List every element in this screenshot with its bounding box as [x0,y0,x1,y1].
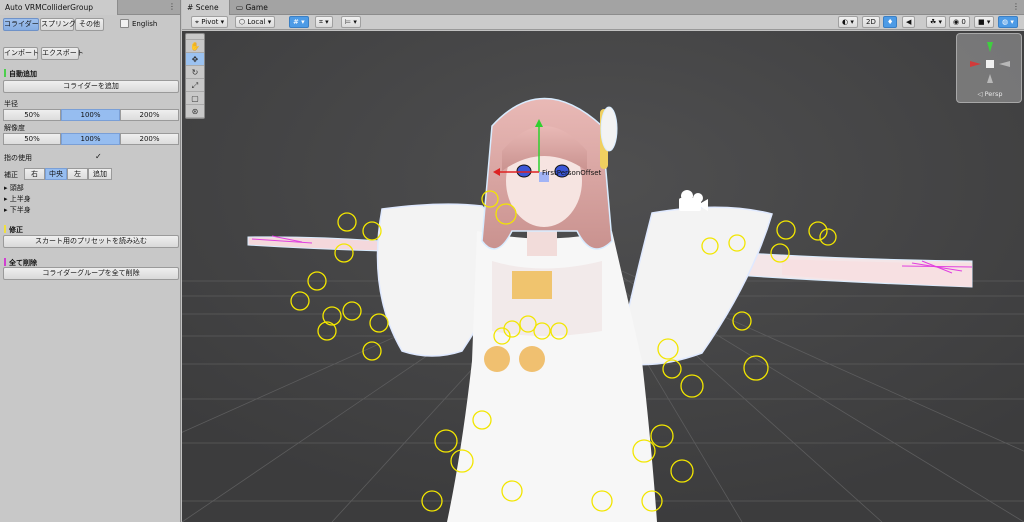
scene-icon: # [187,3,194,12]
local-dropdown[interactable]: ⬡ Local ▾ [235,16,276,28]
correction-left[interactable]: 左 [67,168,88,180]
tab-game-label: Game [245,3,268,12]
effects-icon: ☘ [930,18,937,26]
panel-tab-title[interactable]: Auto VRMColliderGroup [0,0,118,15]
scene-render [182,31,1024,522]
tab-scene-label: Scene [195,3,219,12]
lightbulb-icon: ♦ [887,18,894,26]
tab-collider[interactable]: コライダー [3,18,39,31]
persp-label[interactable]: ◁ Persp [957,90,1023,98]
delete-header-text: 全て削除 [9,259,37,267]
english-label: English [132,20,158,28]
fix-header: 修正 [4,225,23,235]
auto-add-header: 自動追加 [4,69,37,79]
foldout-head-label: 頭部 [9,184,24,192]
tool-palette: ✋ ✥ ↻ ⤢ ▢ ⊛ [185,33,205,119]
move-tool-icon[interactable]: ✥ [186,53,204,66]
tab-game[interactable]: ▭ Game [231,0,275,15]
export-button[interactable]: エクスポート [41,47,84,60]
orientation-gizmo[interactable]: ◁ Persp [956,33,1022,103]
scene-toolbar: ⌖ Pivot ▾ ⬡ Local ▾ # ▾ ⌗ ▾ ⊨ ▾ ◐ ▾ 2D ♦… [182,15,1024,30]
more-menu-icon[interactable]: ⋮ [168,2,176,11]
scene-panel: # Scene ▭ Game ⋮ ⌖ Pivot ▾ ⬡ Local ▾ # ▾… [182,0,1024,522]
camera-icon: ■ [978,18,985,26]
speaker-icon: ◀ [906,18,912,26]
tab-scene[interactable]: # Scene [182,0,230,15]
pivot-icon: ⌖ [195,18,199,26]
correction-center[interactable]: 中央 [45,168,67,180]
foldout-lower-body-label: 下半身 [9,206,31,214]
globe-icon: ◍ [1002,18,1009,26]
fix-header-text: 修正 [9,226,23,234]
gizmos-dropdown[interactable]: ◍ ▾ [998,16,1018,28]
panel-tabbar: Auto VRMColliderGroup ⋮ [0,0,180,15]
game-icon: ▭ [236,3,244,12]
english-checkbox[interactable] [120,19,129,28]
scene-viewport[interactable]: ✋ ✥ ↻ ⤢ ▢ ⊛ ◁ Persp FirstPersonOffset [182,31,1024,522]
add-collider-button[interactable]: コライダーを追加 [3,80,179,93]
persp-label-text: Persp [984,90,1003,98]
snap-settings-button[interactable]: ⊨ ▾ [341,16,361,28]
magenta-marker-icon [4,258,6,266]
radius-50[interactable]: 50% [3,109,61,121]
finger-label: 指の使用 [4,154,32,162]
radius-label: 半径 [4,100,18,108]
pivot-dropdown[interactable]: ⌖ Pivot ▾ [191,16,229,28]
radius-100[interactable]: 100% [61,109,120,121]
yellow-marker-icon [4,225,6,233]
local-icon: ⬡ [239,18,246,26]
load-skirt-preset-button[interactable]: スカート用のプリセットを読み込む [3,235,179,248]
character-head [481,97,618,256]
tab-spring[interactable]: スプリング [40,18,76,31]
eye-icon: ◉ [953,18,960,26]
local-label: Local [247,18,266,26]
rect-tool-icon[interactable]: ▢ [186,92,204,105]
draw-mode-dropdown[interactable]: ◐ ▾ [838,16,858,28]
scene-more-menu-icon[interactable]: ⋮ [1012,2,1020,11]
transform-tool-icon[interactable]: ⊛ [186,105,204,118]
camera-dropdown[interactable]: ■ ▾ [974,16,995,28]
green-marker-icon [4,69,6,77]
rotate-tool-icon[interactable]: ↻ [186,66,204,79]
foldout-lower-body[interactable]: ▸ 下半身 [4,205,31,215]
foldout-upper-body[interactable]: ▸ 上半身 [4,194,31,204]
snap-icon: ⌗ [319,18,323,26]
correction-right[interactable]: 右 [24,168,45,180]
grid-icon: # [293,18,299,26]
visibility-toggle[interactable]: ◉ 0 [949,16,970,28]
resolution-100[interactable]: 100% [61,133,120,145]
auto-add-header-text: 自動追加 [9,70,37,78]
audio-toggle[interactable]: ◀ [902,16,916,28]
shading-icon: ◐ [842,18,849,26]
resolution-200[interactable]: 200% [120,133,179,145]
ruler-icon: ⊨ [345,18,352,26]
radius-200[interactable]: 200% [120,109,179,121]
correction-label: 補正 [4,171,18,179]
scene-tabbar: # Scene ▭ Game ⋮ [182,0,1024,15]
resolution-label: 解像度 [4,124,25,132]
finger-checkbox[interactable]: ✓ [95,152,102,161]
toggle-2d-button[interactable]: 2D [862,16,880,28]
pivot-label: Pivot [201,18,219,26]
grid-snap-button[interactable]: # ▾ [289,16,309,28]
import-button[interactable]: インポート [3,47,39,60]
delete-all-collider-groups-button[interactable]: コライダーグループを全て削除 [3,267,179,280]
correction-add[interactable]: 追加 [88,168,112,180]
tab-other[interactable]: その他 [75,18,104,31]
foldout-upper-body-label: 上半身 [9,195,31,203]
inspector-panel: Auto VRMColliderGroup ⋮ コライダー スプリング その他 … [0,0,181,522]
axis-gizmo-icon [970,42,1010,83]
lighting-toggle[interactable]: ♦ [883,16,898,28]
first-person-offset-label: FirstPersonOffset [542,169,602,177]
resolution-50[interactable]: 50% [3,133,61,145]
scale-tool-icon[interactable]: ⤢ [186,79,204,92]
effects-dropdown[interactable]: ☘ ▾ [926,16,947,28]
hand-tool-icon[interactable]: ✋ [186,40,204,53]
foldout-head[interactable]: ▸ 頭部 [4,183,24,193]
snap-increment-button[interactable]: ⌗ ▾ [315,16,333,28]
